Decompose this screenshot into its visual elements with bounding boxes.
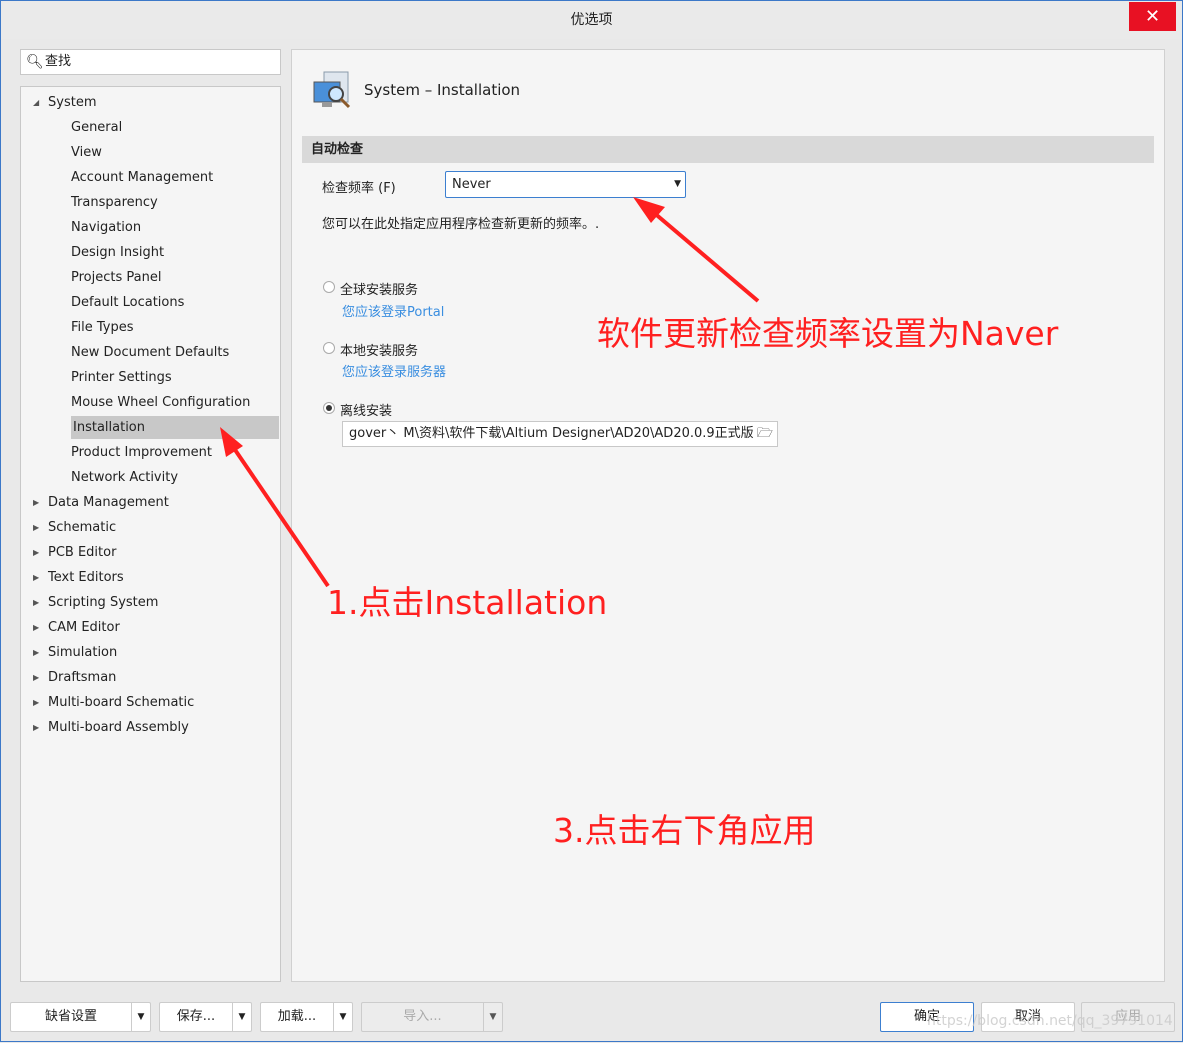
arrowhead-icon [220, 427, 243, 457]
annotation-apply: 3.点击右下角应用 [553, 811, 816, 850]
annotation-frequency: 软件更新检查频率设置为Naver [597, 314, 1059, 353]
arrow-to-frequency [644, 204, 760, 303]
watermark: https://blog.csdn.net/qq_39791014 [927, 1013, 1173, 1029]
annotation-arrows [220, 197, 760, 588]
annotation-installation: 1.点击Installation [327, 583, 608, 622]
arrow-to-installation [227, 439, 330, 588]
